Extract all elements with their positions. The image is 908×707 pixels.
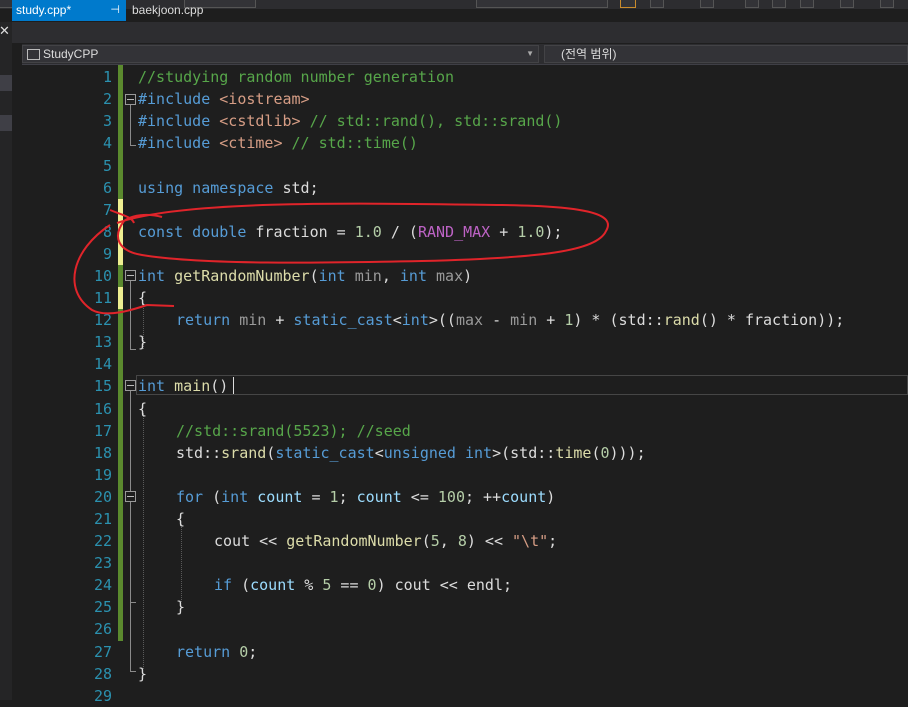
project-dropdown[interactable]: StudyCPP ▼ bbox=[22, 45, 539, 63]
chevron-down-icon: ▼ bbox=[526, 49, 534, 58]
left-tool-panel: ✕ bbox=[0, 22, 12, 700]
scope-label: (전역 범위) bbox=[561, 47, 617, 61]
scope-dropdown[interactable]: (전역 범위) bbox=[544, 45, 908, 63]
toolbar-icon[interactable] bbox=[700, 0, 714, 8]
pin-icon[interactable]: ⊣ bbox=[110, 0, 120, 21]
toolbar-icon[interactable] bbox=[800, 0, 814, 8]
toolbar-icon[interactable] bbox=[745, 0, 759, 8]
close-icon[interactable]: ✕ bbox=[0, 24, 10, 38]
tab-study-cpp[interactable]: study.cpp* ⊣ bbox=[12, 0, 126, 21]
project-name: StudyCPP bbox=[43, 47, 99, 61]
panel-dropdown[interactable] bbox=[0, 75, 12, 91]
red-circle-annotation bbox=[73, 202, 609, 315]
panel-item[interactable] bbox=[0, 115, 12, 131]
toolbar-icon[interactable] bbox=[840, 0, 854, 8]
toolbar-icon[interactable] bbox=[880, 0, 894, 8]
project-icon bbox=[27, 49, 40, 60]
toolbar-icon[interactable] bbox=[650, 0, 664, 8]
tab-label: study.cpp* bbox=[16, 3, 72, 17]
toolbar-icon[interactable] bbox=[620, 0, 636, 8]
toolbar-icon[interactable] bbox=[772, 0, 786, 8]
code-editor[interactable]: 1 2 3 4 5 6 7 8 9 10 11 12 13 14 15 16 1… bbox=[22, 65, 908, 705]
tab-label: baekjoon.cpp bbox=[132, 3, 204, 17]
tab-bar bbox=[12, 22, 908, 43]
tab-baekjoon-cpp[interactable]: baekjoon.cpp bbox=[128, 0, 218, 21]
navigation-bar: StudyCPP ▼ (전역 범위) bbox=[22, 44, 908, 65]
startup-dropdown[interactable] bbox=[476, 0, 608, 8]
